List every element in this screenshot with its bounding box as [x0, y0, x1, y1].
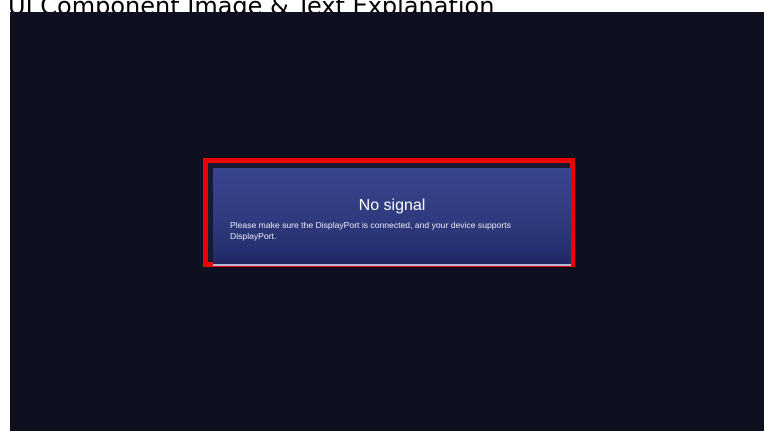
no-signal-dialog: No signal Please make sure the DisplayPo… — [213, 168, 571, 266]
dialog-message: Please make sure the DisplayPort is conn… — [230, 220, 511, 241]
page: UI Component Image & Text Explanation No… — [0, 0, 764, 431]
display-screen: No signal Please make sure the DisplayPo… — [10, 12, 764, 431]
highlight-frame: No signal Please make sure the DisplayPo… — [203, 158, 575, 267]
dialog-title: No signal — [358, 197, 426, 214]
